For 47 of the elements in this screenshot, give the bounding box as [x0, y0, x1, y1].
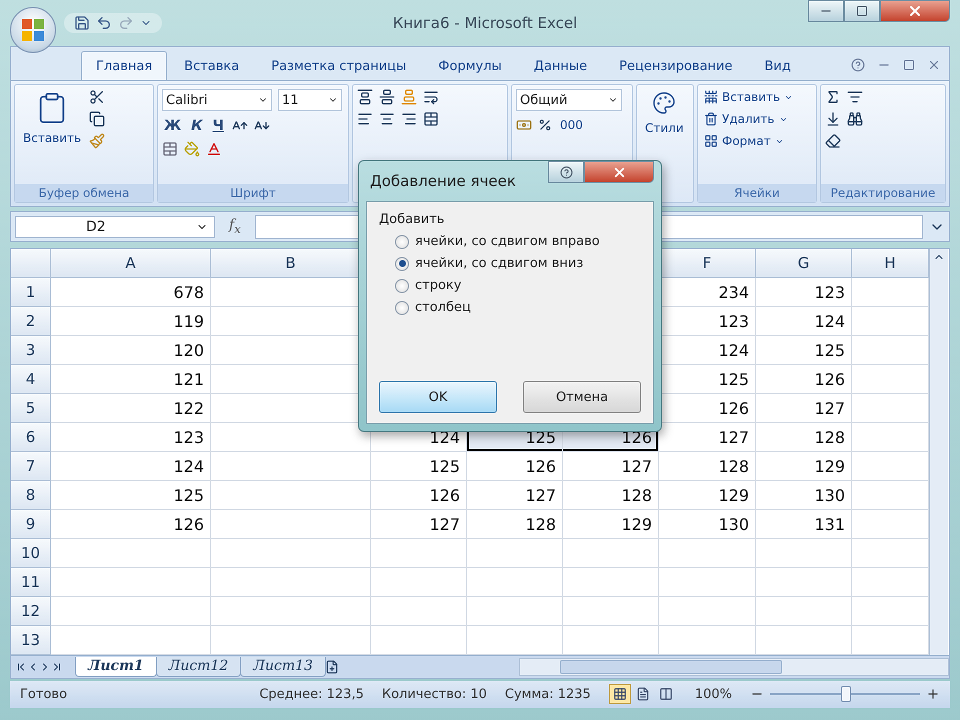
table-cell: 129: [659, 481, 756, 510]
table-cell: 123: [659, 307, 756, 336]
table-cell: 128: [563, 481, 659, 510]
table-cell: 128: [756, 423, 852, 452]
table-cell: 124: [51, 452, 211, 482]
table-cell: 123: [756, 278, 852, 308]
table-cell: 122: [51, 394, 211, 424]
table-cell: 128: [659, 452, 756, 482]
table-cell: 121: [51, 365, 211, 394]
table-cell: 127: [756, 394, 852, 424]
dialog-title: Добавление ячеек: [369, 172, 516, 190]
group-label: Добавить: [379, 212, 446, 227]
table-cell: 124: [659, 336, 756, 366]
table-cell: 129: [563, 510, 659, 540]
table-cell: 129: [756, 452, 852, 482]
average-text: Среднее: 123,5: [259, 686, 364, 702]
table-cell: 125: [659, 365, 756, 394]
table-cell: 126: [371, 481, 467, 510]
table-cell: 125: [756, 336, 852, 366]
table-cell: 126: [467, 452, 563, 482]
group-label: Буфер обмена: [15, 184, 153, 202]
window-title: Книга6 - Microsoft Excel: [392, 14, 578, 32]
table-cell: 126: [659, 394, 756, 424]
table-cell: 126: [51, 510, 211, 540]
group-label: Шрифт: [158, 184, 348, 202]
group-label: Ячейки: [698, 184, 816, 202]
table-cell: 130: [756, 481, 852, 510]
table-cell: 130: [659, 510, 756, 540]
table-cell: 127: [659, 423, 756, 452]
table-cell: 125: [51, 481, 211, 510]
count-text: Количество: 10: [382, 686, 487, 702]
table-cell: 120: [51, 336, 211, 366]
status-text: Готово: [20, 686, 68, 702]
table-cell: 127: [467, 481, 563, 510]
table-cell: 123: [51, 423, 211, 452]
table-cell: 126: [756, 365, 852, 394]
table-cell: 127: [563, 452, 659, 482]
table-cell: 131: [756, 510, 852, 540]
sum-text: Сумма: 1235: [504, 686, 591, 702]
table-cell: 128: [467, 510, 563, 540]
table-cell: 678: [51, 278, 211, 308]
table-cell: 127: [371, 510, 467, 540]
table-cell: 119: [51, 307, 211, 336]
table-cell: 124: [756, 307, 852, 336]
table-cell: 234: [659, 278, 756, 308]
group-label: Редактирование: [821, 184, 945, 202]
table-cell: 125: [371, 452, 467, 482]
